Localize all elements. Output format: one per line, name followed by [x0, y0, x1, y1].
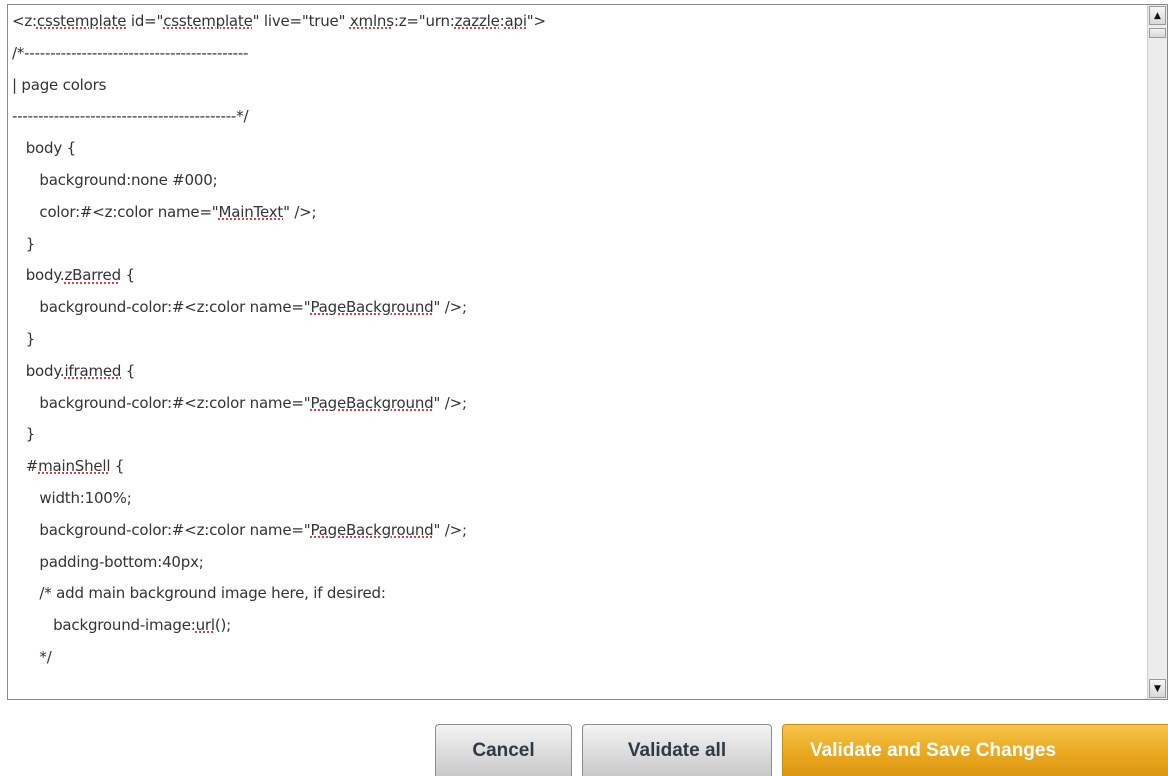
code-line: | page colors	[12, 70, 1143, 102]
cancel-button[interactable]: Cancel	[435, 724, 572, 776]
code-token: ">	[526, 12, 546, 30]
code-token: {	[120, 266, 135, 285]
code-token: /*--------------------------------------…	[12, 43, 249, 62]
code-token: color:#<z:color name="	[12, 202, 219, 221]
code-line: color:#<z:color name="MainText" />;	[12, 197, 1143, 229]
code-line: }	[12, 324, 1143, 356]
code-token: body.	[12, 266, 65, 285]
code-token: background:none #000;	[12, 170, 218, 189]
code-token: " />;	[433, 393, 467, 412]
code-token: /* add main background image here, if de…	[12, 584, 386, 603]
code-token: <z:	[12, 12, 37, 30]
code-line: /*--------------------------------------…	[12, 38, 1143, 70]
code-token: width:100%;	[12, 488, 132, 507]
code-token: background-color:#<z:color name="	[12, 298, 311, 317]
code-token: padding-bottom:40px;	[12, 552, 204, 571]
code-line: background-color:#<z:color name="PageBac…	[12, 292, 1143, 324]
scroll-down-arrow-icon[interactable]: ▼	[1149, 679, 1166, 698]
code-token: }	[12, 329, 36, 348]
code-token: id="	[126, 12, 164, 30]
spellcheck-flagged-token: api	[504, 12, 527, 30]
scrollbar-thumb[interactable]	[1149, 28, 1166, 38]
spellcheck-flagged-token: xmlns	[349, 12, 394, 30]
code-line: */	[12, 642, 1143, 674]
code-token: " />;	[283, 202, 317, 221]
code-line: background-color:#<z:color name="PageBac…	[12, 515, 1143, 547]
code-token: :z="urn:	[393, 12, 455, 30]
spellcheck-flagged-token: url	[195, 616, 215, 635]
code-line: }	[12, 229, 1143, 261]
code-token: ----------------------------------------…	[12, 107, 249, 126]
code-token: ();	[214, 616, 232, 635]
code-line: }	[12, 419, 1143, 451]
spellcheck-flagged-token: csstemplate	[163, 12, 253, 30]
spellcheck-flagged-token: csstemplate	[36, 12, 127, 30]
code-token: background-color:#<z:color name="	[12, 520, 311, 539]
vertical-scrollbar[interactable]: ▲ ▼	[1147, 5, 1167, 699]
code-line: padding-bottom:40px;	[12, 547, 1143, 579]
code-token: body {	[12, 139, 76, 158]
code-line: background-image:url();	[12, 610, 1143, 642]
spellcheck-flagged-token: iframed	[64, 361, 122, 380]
css-template-editor[interactable]: <z:csstemplate id="csstemplate" live="tr…	[7, 4, 1168, 700]
code-line: body {	[12, 133, 1143, 165]
code-token: " live="true"	[252, 12, 350, 30]
code-token: {	[110, 457, 125, 476]
code-line: ----------------------------------------…	[12, 101, 1143, 133]
validate-all-button[interactable]: Validate all	[582, 724, 772, 776]
code-token: }	[12, 234, 36, 253]
code-token: " />;	[433, 298, 467, 317]
validate-and-save-button[interactable]: Validate and Save Changes	[782, 724, 1168, 776]
spellcheck-flagged-token: PageBackground	[310, 393, 434, 412]
code-line: <z:csstemplate id="csstemplate" live="tr…	[12, 6, 1143, 38]
spellcheck-flagged-token: zBarred	[64, 266, 121, 285]
code-token: #	[12, 457, 39, 476]
code-token: | page colors	[12, 75, 107, 94]
code-line: background-color:#<z:color name="PageBac…	[12, 388, 1143, 420]
code-text-area[interactable]: <z:csstemplate id="csstemplate" live="tr…	[12, 6, 1143, 699]
code-line: body.zBarred {	[12, 260, 1143, 292]
spellcheck-flagged-token: MainText	[218, 202, 284, 221]
code-line: /* add main background image here, if de…	[12, 578, 1143, 610]
code-token: " />;	[433, 520, 467, 539]
code-token: body.	[12, 361, 65, 380]
scroll-up-arrow-icon[interactable]: ▲	[1149, 6, 1166, 25]
code-line: body.iframed {	[12, 356, 1143, 388]
spellcheck-flagged-token: mainShell	[38, 457, 111, 476]
code-token: }	[12, 425, 36, 444]
code-line: background:none #000;	[12, 165, 1143, 197]
code-token: {	[121, 361, 136, 380]
code-token: background-image:	[12, 616, 196, 635]
code-line: #mainShell {	[12, 451, 1143, 483]
spellcheck-flagged-token: PageBackground	[310, 298, 434, 317]
spellcheck-flagged-token: zazzle	[454, 12, 500, 30]
code-token: */	[12, 647, 52, 666]
code-token: background-color:#<z:color name="	[12, 393, 311, 412]
spellcheck-flagged-token: PageBackground	[310, 520, 434, 539]
code-line: width:100%;	[12, 483, 1143, 515]
